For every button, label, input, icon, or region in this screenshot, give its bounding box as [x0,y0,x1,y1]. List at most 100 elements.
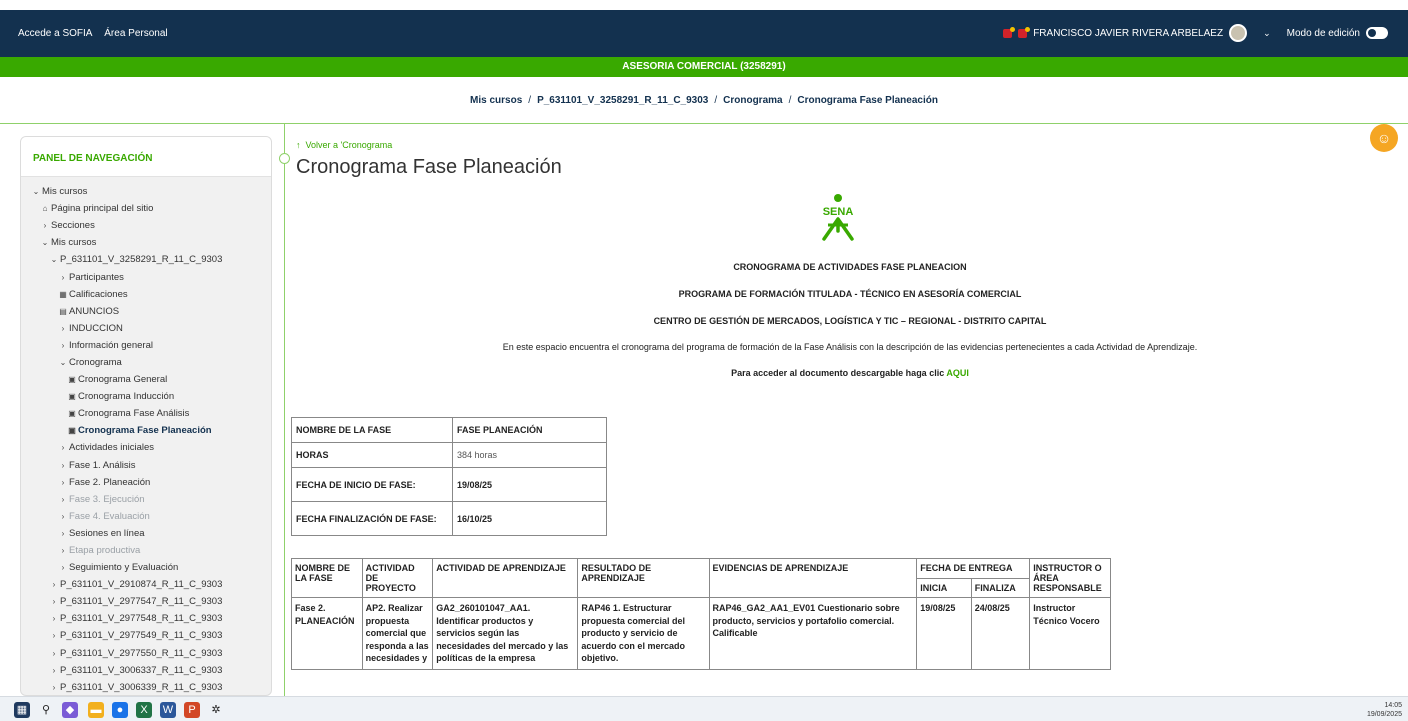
sidebar-item[interactable]: ▣ Cronograma General [21,371,271,388]
sidebar-item-label: Calificaciones [69,288,128,300]
sidebar-item[interactable]: › P_631101_V_3006339_R_11_C_9303 [21,679,271,695]
sidebar-item-label: Cronograma Inducción [78,391,175,403]
cell-learning-activity: GA2_260101047_AA1. Identificar productos… [432,597,579,670]
chevron-down-icon: ⌄ [50,255,58,265]
copilot-icon[interactable]: ◆ [62,702,78,718]
sidebar-item[interactable]: ▤ ANUNCIOS [21,303,271,320]
sidebar-item[interactable]: › P_631101_V_2977548_R_11_C_9303 [21,610,271,627]
chevron-right-icon: › [61,323,65,333]
sidebar-item-label: Fase 1. Análisis [69,459,136,471]
chevron-right-icon: › [61,460,65,470]
chevron-right-icon: › [43,221,47,231]
sidebar-item-label: Página principal del sitio [51,203,154,215]
chevron-right-icon: › [61,528,65,538]
cell-instructor: Instructor Técnico Vocero [1029,597,1111,670]
download-link[interactable]: AQUI [946,368,969,378]
help-button[interactable]: ☺ [1370,124,1398,152]
sidebar-item[interactable]: › P_631101_V_2977549_R_11_C_9303 [21,627,271,644]
breadcrumb-item-schedule[interactable]: Cronograma [723,95,782,106]
sidebar-item[interactable]: › P_631101_V_3006337_R_11_C_9303 [21,662,271,679]
navigation-panel: PANEL DE NAVEGACIÓN ⌄ Mis cursos ⌂ Página p… [20,136,272,696]
start-icon[interactable]: ▦ [14,702,30,718]
sidebar-item[interactable]: › Participantes [21,268,271,285]
timeline-line [284,124,285,696]
program-heading: PROGRAMA DE FORMACIÓN TITULADA - TÉCNICO… [678,289,1022,299]
file-explorer-icon[interactable]: ▬ [88,702,104,718]
system-clock[interactable]: 14:05 19/09/2025 [1367,701,1402,719]
hours-value: 384 horas [452,442,607,468]
breadcrumb-item-my-courses[interactable]: Mis cursos [470,95,522,106]
sidebar-item[interactable]: › Fase 4. Evaluación [21,508,271,525]
sidebar-item[interactable]: ▦ Calificaciones [21,286,271,303]
breadcrumb-item-current[interactable]: Cronograma Fase Planeación [797,95,938,106]
chrome-icon[interactable]: ● [112,702,128,718]
sidebar-item[interactable]: ⌄ P_631101_V_3258291_R_11_C_9303 [21,251,271,268]
end-date-value: 16/10/25 [452,501,607,536]
sidebar-item[interactable]: ⌄ Cronograma [21,354,271,371]
chevron-right-icon: › [52,648,56,658]
page-icon: ▣ [68,392,76,402]
sidebar-item[interactable]: › INDUCCION [21,320,271,337]
sidebar-item[interactable]: › P_631101_V_2977547_R_11_C_9303 [21,593,271,610]
download-line: Para acceder al documento descargable ha… [296,368,1404,378]
back-link[interactable]: ↑ Volver a 'Cronograma [296,140,392,150]
cell-phase: Fase 2. PLANEACIÓN [291,597,363,670]
sofia-link[interactable]: Accede a SOFIA [18,28,92,39]
breadcrumb-item-course[interactable]: P_631101_V_3258291_R_11_C_9303 [537,95,708,106]
sidebar-item[interactable]: › Actividades iniciales [21,439,271,456]
sidebar-item-label: Cronograma Fase Análisis [78,408,190,420]
messages-icon[interactable] [1003,26,1016,38]
col-header-instructor: INSTRUCTOR O ÁREA RESPONSABLE [1029,558,1111,598]
sidebar-item[interactable]: › P_631101_V_2910874_R_11_C_9303 [21,576,271,593]
sidebar-item-label: INDUCCION [69,322,123,334]
sidebar-item-label: Sesiones en línea [69,527,145,539]
edit-mode-toggle[interactable] [1366,27,1388,39]
sidebar-item[interactable]: ▣ Cronograma Fase Planeación [21,422,271,439]
chatgpt-icon[interactable]: ✲ [208,702,224,718]
cell-evidence: RAP46_GA2_AA1_EV01 Cuestionario sobre pr… [708,597,918,670]
notifications-icon[interactable] [1018,26,1031,38]
avatar[interactable] [1229,24,1248,42]
excel-icon[interactable]: X [136,702,152,718]
chevron-down-icon[interactable]: ⌄ [1263,28,1271,39]
clock-date: 19/09/2025 [1366,711,1402,718]
sidebar-item[interactable]: › Fase 3. Ejecución [21,491,271,508]
powerpoint-icon[interactable]: P [184,702,200,718]
chevron-right-icon: › [61,511,65,521]
sidebar-item-label: P_631101_V_3006339_R_11_C_9303 [60,681,223,693]
table-row: FECHA DE INICIO DE FASE: 19/08/25 [291,467,607,502]
top-links: Accede a SOFIA Área Personal [18,28,177,39]
sidebar-item[interactable]: › Etapa productiva [21,542,271,559]
breadcrumb-separator: / [528,95,532,106]
sidebar-item[interactable]: › Fase 1. Análisis [21,457,271,474]
sidebar-item[interactable]: › Secciones [21,217,271,234]
page-title: Cronograma Fase Planeación [296,156,562,178]
chevron-right-icon: › [52,665,56,675]
sidebar-item[interactable]: ▣ Cronograma Fase Análisis [21,405,271,422]
sidebar-item[interactable]: ⌂ Página principal del sitio [21,200,271,217]
sidebar-item[interactable]: › P_631101_V_2977550_R_11_C_9303 [21,645,271,662]
sidebar-item[interactable]: › Sesiones en línea [21,525,271,542]
sidebar-item[interactable]: ⌄ Mis cursos [21,183,271,200]
sidebar-item[interactable]: › Información general [21,337,271,354]
sidebar-item-label: P_631101_V_2977548_R_11_C_9303 [60,613,223,625]
chevron-right-icon: › [52,580,56,590]
home-icon: ⌂ [42,204,48,214]
top-navbar: Accede a SOFIA Área Personal FRANCISCO J… [0,10,1408,57]
sidebar-item[interactable]: ▣ Cronograma Inducción [21,388,271,405]
sidebar-item[interactable]: ⌄ Mis cursos [21,234,271,251]
user-name[interactable]: FRANCISCO JAVIER RIVERA ARBELAEZ [1033,28,1223,39]
back-link-label: Volver a 'Cronograma [305,140,393,150]
breadcrumb: Mis cursos / P_631101_V_3258291_R_11_C_930… [0,77,1408,124]
personal-area-link[interactable]: Área Personal [104,28,167,39]
search-icon[interactable]: ⚲ [38,702,54,718]
sidebar-item-label: Cronograma Fase Planeación [78,425,212,437]
sidebar-item[interactable]: › Seguimiento y Evaluación [21,559,271,576]
sidebar-item[interactable]: › Fase 2. Planeación [21,474,271,491]
sidebar-item-label: P_631101_V_2977547_R_11_C_9303 [60,596,223,608]
sidebar-item-label: Fase 4. Evaluación [69,510,150,522]
word-icon[interactable]: W [160,702,176,718]
table-row: HORAS 384 horas [291,442,607,468]
chevron-right-icon: › [52,682,56,692]
sidebar-item-label: P_631101_V_2977549_R_11_C_9303 [60,630,223,642]
